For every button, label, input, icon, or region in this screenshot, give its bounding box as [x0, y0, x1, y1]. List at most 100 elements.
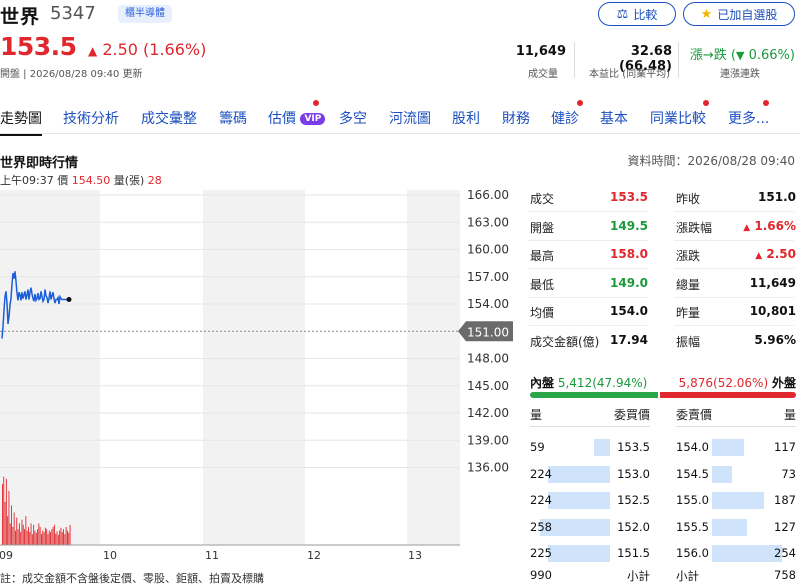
ask-price[interactable]: 156.0 [676, 546, 709, 560]
stat-value: 149.0 [610, 275, 648, 290]
data-time: 資料時間：2026/08/28 09:40 [627, 154, 795, 168]
bid-qty: 224 [530, 493, 552, 507]
stat-value: ▲ 2.50 [755, 247, 796, 262]
tab-label: 籌碼 [219, 111, 247, 127]
watchlist-label: 已加自選股 [717, 7, 778, 22]
bid-price[interactable]: 153.0 [600, 467, 650, 481]
stats-row: 成交 153.5 昨收 151.0 [528, 190, 796, 210]
tab-label: 財務 [502, 111, 530, 127]
order-book: 量 委買價 委賣價 量 59 153.5 154.0 117 224 153.0… [530, 406, 796, 585]
volume-bar [57, 534, 59, 545]
ask-price[interactable]: 155.0 [676, 493, 709, 507]
ask-depth-bar [712, 492, 764, 509]
industry-badge[interactable]: 櫃半導體 [118, 5, 172, 23]
notification-dot [763, 100, 769, 106]
inner-volume: 內盤 5,412(47.94%) [530, 374, 647, 391]
bid-price[interactable]: 152.5 [600, 493, 650, 507]
ask-price[interactable]: 154.0 [676, 440, 709, 454]
inner-label: 內盤 [530, 376, 555, 390]
notification-dot [577, 100, 583, 106]
tab-financial[interactable]: 財務 [502, 108, 530, 128]
tab-trades[interactable]: 成交彙整 [141, 108, 197, 128]
bid-price[interactable]: 151.5 [600, 546, 650, 560]
volume-bar [68, 532, 70, 545]
stock-code: 5347 [50, 3, 96, 24]
ask-price[interactable]: 154.5 [676, 467, 709, 481]
tab-label: 技術分析 [63, 111, 119, 127]
bid-qty: 258 [530, 519, 552, 534]
volume-bar [33, 524, 35, 545]
inner-value: 5,412(47.94%) [557, 376, 648, 390]
intraday-chart[interactable]: 166.00 163.00 160.00 157.00 154.00 148.00 145.… [0, 185, 515, 565]
volume-bar [7, 516, 9, 545]
volume-bar [65, 527, 67, 545]
y-tick-label: 136.00 [467, 461, 509, 475]
ask-depth-bar [712, 545, 782, 562]
y-tick-label: 148.00 [467, 352, 509, 366]
y-tick-label: 142.00 [467, 406, 509, 420]
tab-river[interactable]: 河流圖 [389, 108, 431, 128]
volume-bar [60, 527, 62, 545]
section-title: 世界即時行情 [0, 156, 79, 171]
bid-price[interactable]: 152.0 [600, 520, 650, 534]
stat-value: 151.0 [758, 190, 796, 204]
tab-label: 股利 [452, 111, 480, 127]
stat-label: 成交 [530, 192, 555, 206]
tab-basic[interactable]: 基本 [600, 108, 628, 128]
star-icon: ★ [700, 6, 713, 22]
hour-band [203, 190, 305, 545]
last-price: 153.5 [0, 32, 77, 61]
stats-panel: 成交 153.5 昨收 151.0 開盤 149.5 漲跌幅 ▲ 1.66% 最高 158.0 漲跌… [528, 185, 796, 355]
kpi-pe-label: 本益比 (同業平均) [589, 69, 670, 80]
streak-pct: 0.66% [748, 48, 790, 63]
stat-value: 17.94 [610, 333, 648, 347]
tab-bullbear[interactable]: 多空 [339, 108, 367, 128]
volume-bar [64, 534, 66, 545]
volume-bar [21, 519, 23, 545]
ask-price[interactable]: 155.5 [676, 520, 709, 534]
inner-ratio-fill [530, 392, 658, 398]
volume-bar [43, 532, 45, 545]
y-tick-label: 166.00 [467, 188, 509, 202]
tab-trend[interactable]: 走勢圖 [0, 108, 42, 136]
volume-bar [24, 529, 25, 545]
stat-value: 158.0 [610, 247, 648, 262]
volume-bar [29, 532, 31, 545]
stat-value: 149.5 [610, 218, 648, 233]
volume-bar [25, 516, 27, 545]
hour-band [407, 190, 460, 545]
stats-row: 開盤 149.5 漲跌幅 ▲ 1.66% [528, 219, 796, 239]
tab-valuation[interactable]: 估價 VIP [268, 108, 326, 128]
streak-prefix: 漲→跌 ( [689, 48, 736, 63]
tab-health[interactable]: 健診 [551, 108, 579, 128]
stat-value: 10,801 [749, 304, 796, 319]
footnote: 註：成交金額不含盤後定價、零股、鉅額、拍賣及標購 [0, 572, 264, 585]
update-meta: 開盤 | 2026/08/28 09:40 更新 [0, 69, 143, 80]
stat-value: ▲ 1.66% [743, 218, 796, 233]
up-triangle-icon: ▲ [88, 44, 98, 58]
watchlist-button[interactable]: ★ 已加自選股 [683, 2, 795, 26]
volume-bar [28, 527, 29, 545]
volume-bar [38, 523, 40, 545]
volume-bar [11, 505, 12, 545]
tab-label: 健診 [551, 111, 579, 127]
volume-bar [61, 532, 63, 545]
up-triangle-icon: ▲ [755, 251, 763, 262]
y-tick-label: 139.00 [467, 433, 509, 447]
tab-more[interactable]: 更多... [728, 108, 769, 128]
tab-peer[interactable]: 同業比較 [650, 108, 706, 128]
tab-chips[interactable]: 籌碼 [219, 108, 247, 128]
bid-price[interactable]: 153.5 [600, 440, 650, 454]
volume-bar [8, 491, 10, 545]
x-tick-label: 09 [0, 549, 13, 562]
volume-bar [31, 534, 33, 545]
ob-header: 量 [530, 408, 543, 422]
ob-header: 委買價 [613, 408, 650, 422]
volume-bar [4, 501, 6, 545]
tab-dividend[interactable]: 股利 [452, 108, 480, 128]
volume-bar [22, 524, 24, 545]
ask-depth-bar [712, 518, 747, 536]
stat-label: 振幅 [676, 335, 701, 349]
tab-technical[interactable]: 技術分析 [63, 108, 119, 128]
compare-button[interactable]: ⚖ 比較 [598, 2, 676, 26]
